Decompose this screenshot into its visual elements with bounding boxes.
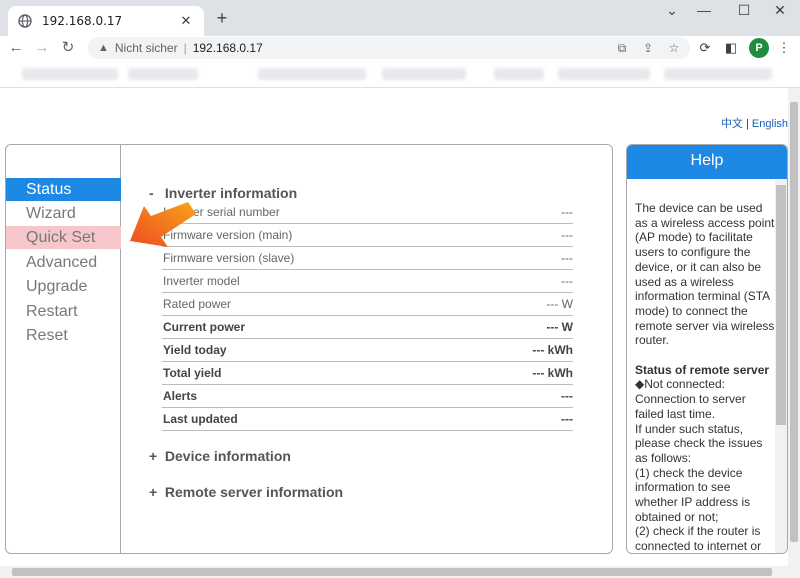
row-value: --- W xyxy=(546,320,573,334)
expand-icon: + xyxy=(149,448,158,464)
help-scrollbar-thumb[interactable] xyxy=(776,185,786,425)
forward-icon[interactable]: → xyxy=(32,38,52,58)
close-icon[interactable]: ✕ xyxy=(178,13,194,29)
help-status-item: ◆Not connected: Connection to server fai… xyxy=(635,377,746,421)
sidebar-item-wizard[interactable]: Wizard xyxy=(6,202,121,225)
page-vertical-scrollbar-thumb[interactable] xyxy=(790,102,798,542)
globe-icon xyxy=(18,14,32,28)
row-label: Rated power xyxy=(163,297,232,311)
warning-icon: ▲ xyxy=(98,42,109,54)
help-check-1: (1) check the device information to see … xyxy=(635,465,751,524)
url-text[interactable]: 192.168.0.17 xyxy=(193,41,263,55)
back-icon[interactable]: ← xyxy=(6,38,26,58)
table-row: Inverter serial number --- xyxy=(162,201,573,224)
table-row: Rated power --- W xyxy=(162,293,573,316)
help-title: Help xyxy=(627,145,787,179)
arrow-icon xyxy=(130,202,196,247)
row-label: Total yield xyxy=(163,366,222,380)
help-advice: If under such status, please check the i… xyxy=(635,421,763,465)
page-vertical-scrollbar[interactable] xyxy=(788,88,800,566)
minimize-icon[interactable]: — xyxy=(684,0,724,22)
inverter-section-header[interactable]: - Inverter information xyxy=(149,185,297,201)
table-row: Firmware version (main) --- xyxy=(162,224,573,247)
window-close-icon[interactable]: ✕ xyxy=(760,0,800,22)
main-panel: Status Wizard Quick Set Advanced Upgrade… xyxy=(5,144,613,554)
tab-title: 192.168.0.17 xyxy=(42,14,123,28)
sidebar-item-advanced[interactable]: Advanced xyxy=(6,251,121,274)
remote-section-title: Remote server information xyxy=(164,484,344,500)
page-horizontal-scrollbar[interactable] xyxy=(0,566,800,578)
row-value: --- xyxy=(561,251,573,265)
bookmark-item[interactable] xyxy=(382,68,466,80)
table-row: Alerts --- xyxy=(162,385,573,408)
row-value: --- xyxy=(561,274,573,288)
page-horizontal-scrollbar-thumb[interactable] xyxy=(12,568,772,576)
sidebar-item-restart[interactable]: Restart xyxy=(6,300,121,323)
maximize-icon[interactable]: ☐ xyxy=(724,0,764,22)
row-label: Alerts xyxy=(163,389,198,403)
browser-tab[interactable]: 192.168.0.17 ✕ xyxy=(8,6,204,36)
bookmark-item[interactable] xyxy=(664,68,772,80)
row-value: --- xyxy=(561,412,573,426)
bookmark-item[interactable] xyxy=(128,68,198,80)
row-label: Inverter model xyxy=(163,274,240,288)
star-icon[interactable]: ☆ xyxy=(664,37,684,59)
row-label: Current power xyxy=(163,320,246,334)
lang-english-link[interactable]: English xyxy=(752,118,788,130)
row-value: --- kWh xyxy=(532,366,573,380)
row-label: Yield today xyxy=(163,343,227,357)
table-row: Current power --- W xyxy=(162,316,573,339)
sidebar-item-reset[interactable]: Reset xyxy=(6,324,121,347)
remote-section-header[interactable]: + Remote server information xyxy=(149,484,343,500)
more-menu-icon[interactable]: ⋮ xyxy=(774,38,794,58)
reload-icon[interactable]: ↻ xyxy=(58,38,78,58)
table-row: Last updated --- xyxy=(162,408,573,431)
help-status-heading: Status of remote server xyxy=(635,362,770,377)
row-value: --- xyxy=(561,389,573,403)
sidebar-item-upgrade[interactable]: Upgrade xyxy=(6,275,121,298)
help-panel: Help The device can be used as a wireles… xyxy=(626,144,788,554)
row-value: --- xyxy=(561,205,573,219)
bookmarks-bar xyxy=(0,60,800,88)
security-label[interactable]: Nicht sicher xyxy=(115,41,178,55)
address-separator: | xyxy=(183,41,187,55)
page-viewport: 中文 | English Status Wizard Quick Set Adv… xyxy=(0,88,788,566)
extension-icon[interactable]: ⟳ xyxy=(695,38,715,58)
collapse-icon: - xyxy=(149,185,154,201)
translate-icon[interactable]: ⧉ xyxy=(612,37,632,59)
help-check-2: (2) check if the router is connected to … xyxy=(635,524,762,554)
inverter-section-title: Inverter information xyxy=(164,185,298,201)
help-scrollbar[interactable] xyxy=(775,179,787,553)
bookmark-item[interactable] xyxy=(494,68,544,80)
sidebar-item-quick-set[interactable]: Quick Set xyxy=(6,226,121,249)
bookmark-item[interactable] xyxy=(258,68,366,80)
sidebar: Status Wizard Quick Set Advanced Upgrade… xyxy=(6,145,121,553)
row-value: --- kWh xyxy=(532,343,573,357)
address-bar[interactable]: ▲ Nicht sicher | 192.168.0.17 ⧉ ⇪ ☆ xyxy=(88,37,690,59)
sidebar-item-status[interactable]: Status xyxy=(6,178,121,201)
share-icon[interactable]: ⇪ xyxy=(638,37,658,59)
row-label: Last updated xyxy=(163,412,238,426)
browser-tab-bar: 192.168.0.17 ✕ + ⌄ — ☐ ✕ xyxy=(0,0,800,36)
lang-chinese-link[interactable]: 中文 xyxy=(721,117,743,130)
help-text: The device can be used as a wireless acc… xyxy=(635,201,775,554)
table-row: Yield today --- kWh xyxy=(162,339,573,362)
new-tab-button[interactable]: + xyxy=(212,9,232,29)
avatar[interactable]: P xyxy=(749,38,769,58)
help-intro: The device can be used as a wireless acc… xyxy=(635,201,775,348)
expand-icon: + xyxy=(149,484,158,500)
bookmark-item[interactable] xyxy=(22,68,118,80)
language-switcher: 中文 | English xyxy=(721,115,788,131)
device-section-header[interactable]: + Device information xyxy=(149,448,291,464)
row-value: --- W xyxy=(546,297,573,311)
browser-toolbar: ← → ↻ ▲ Nicht sicher | 192.168.0.17 ⧉ ⇪ … xyxy=(0,36,800,60)
sidepanel-icon[interactable]: ◧ xyxy=(721,38,741,58)
device-section-title: Device information xyxy=(164,448,291,464)
row-value: --- xyxy=(561,228,573,242)
table-row: Firmware version (slave) --- xyxy=(162,247,573,270)
table-row: Total yield --- kWh xyxy=(162,362,573,385)
bookmark-item[interactable] xyxy=(558,68,650,80)
table-row: Inverter model --- xyxy=(162,270,573,293)
lang-separator: | xyxy=(746,118,749,130)
